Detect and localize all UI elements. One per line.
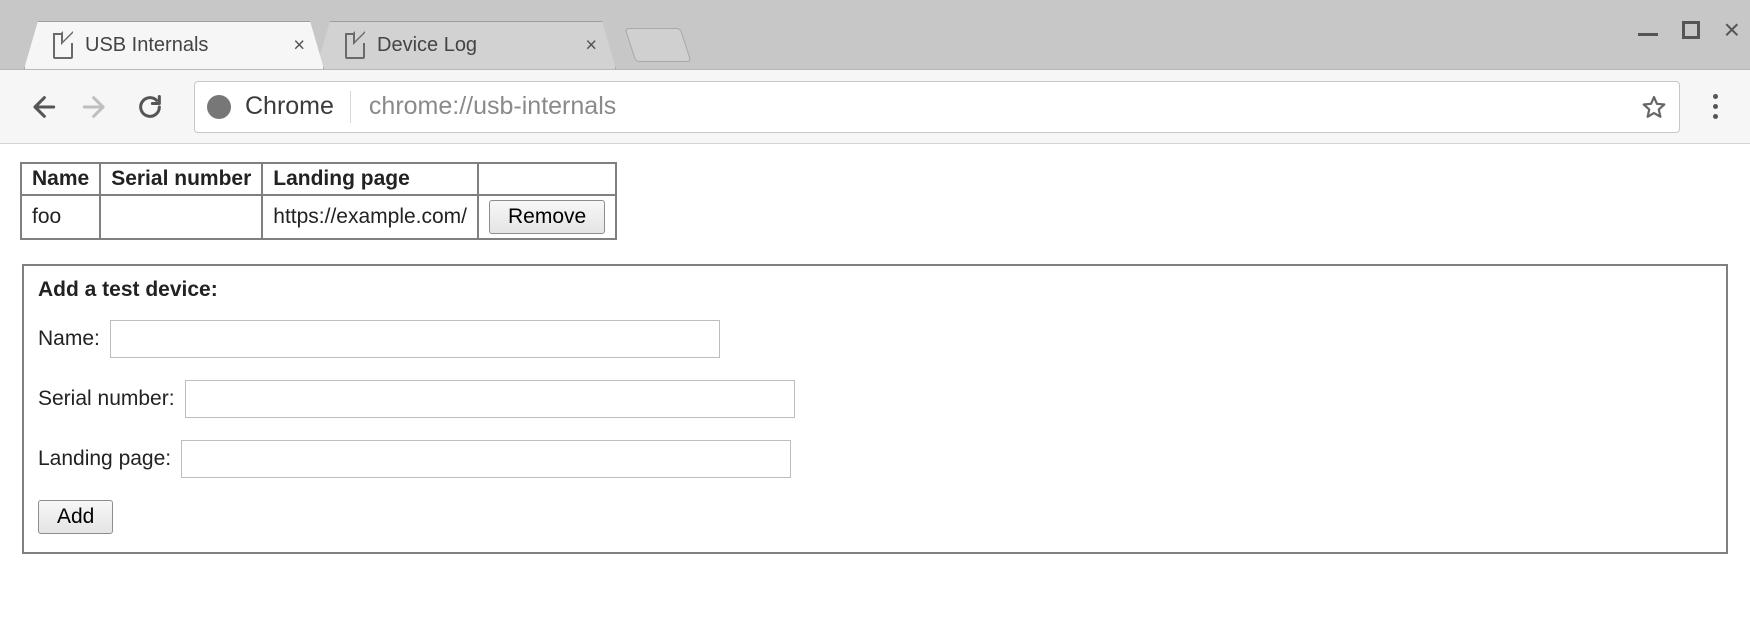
- close-tab-icon[interactable]: ×: [585, 34, 597, 57]
- page-icon: [345, 33, 365, 59]
- page-icon: [53, 33, 73, 59]
- omnibox[interactable]: Chrome chrome://usb-internals: [194, 81, 1680, 133]
- form-row-landing: Landing page:: [38, 440, 1712, 478]
- site-identity-icon[interactable]: [207, 95, 231, 119]
- add-test-device-box: Add a test device: Name: Serial number: …: [22, 264, 1728, 554]
- col-serial: Serial number: [100, 163, 262, 195]
- test-devices-table: Name Serial number Landing page foo http…: [20, 162, 617, 240]
- title-bar: USB Internals × Device Log × ×: [0, 0, 1750, 70]
- forward-button[interactable]: [74, 85, 118, 129]
- label-serial: Serial number:: [38, 387, 175, 411]
- back-button[interactable]: [20, 85, 64, 129]
- table-header-row: Name Serial number Landing page: [21, 163, 616, 195]
- bookmark-star-icon[interactable]: [1641, 94, 1667, 120]
- reload-button[interactable]: [128, 85, 172, 129]
- tab-strip: USB Internals × Device Log ×: [24, 0, 686, 69]
- tab-title: Device Log: [377, 34, 477, 57]
- label-landing: Landing page:: [38, 447, 171, 471]
- minimize-button[interactable]: [1638, 24, 1658, 36]
- omnibox-url: chrome://usb-internals: [369, 92, 1627, 121]
- add-device-heading: Add a test device:: [38, 278, 1712, 302]
- col-actions: [478, 163, 616, 195]
- close-tab-icon[interactable]: ×: [293, 34, 305, 57]
- label-name: Name:: [38, 327, 100, 351]
- add-button[interactable]: Add: [38, 500, 113, 534]
- tab-title: USB Internals: [85, 34, 208, 57]
- window-close-button[interactable]: ×: [1724, 16, 1740, 44]
- table-row: foo https://example.com/ Remove: [21, 195, 616, 239]
- page-content: Name Serial number Landing page foo http…: [0, 144, 1750, 644]
- cell-serial: [100, 195, 262, 239]
- browser-toolbar: Chrome chrome://usb-internals: [0, 70, 1750, 144]
- landing-page-field[interactable]: [181, 440, 791, 478]
- new-tab-button[interactable]: [624, 28, 691, 62]
- chrome-menu-icon[interactable]: [1698, 94, 1732, 119]
- col-landing: Landing page: [262, 163, 478, 195]
- window-controls: ×: [1638, 0, 1740, 60]
- maximize-button[interactable]: [1682, 21, 1700, 39]
- cell-landing: https://example.com/: [262, 195, 478, 239]
- name-field[interactable]: [110, 320, 720, 358]
- form-row-name: Name:: [38, 320, 1712, 358]
- cell-actions: Remove: [478, 195, 616, 239]
- col-name: Name: [21, 163, 100, 195]
- remove-button[interactable]: Remove: [489, 200, 605, 234]
- omnibox-separator: [350, 91, 351, 123]
- tab-usb-internals[interactable]: USB Internals ×: [24, 21, 324, 69]
- form-row-serial: Serial number:: [38, 380, 1712, 418]
- tab-device-log[interactable]: Device Log ×: [316, 21, 616, 69]
- cell-name: foo: [21, 195, 100, 239]
- omnibox-origin: Chrome: [245, 92, 334, 121]
- serial-number-field[interactable]: [185, 380, 795, 418]
